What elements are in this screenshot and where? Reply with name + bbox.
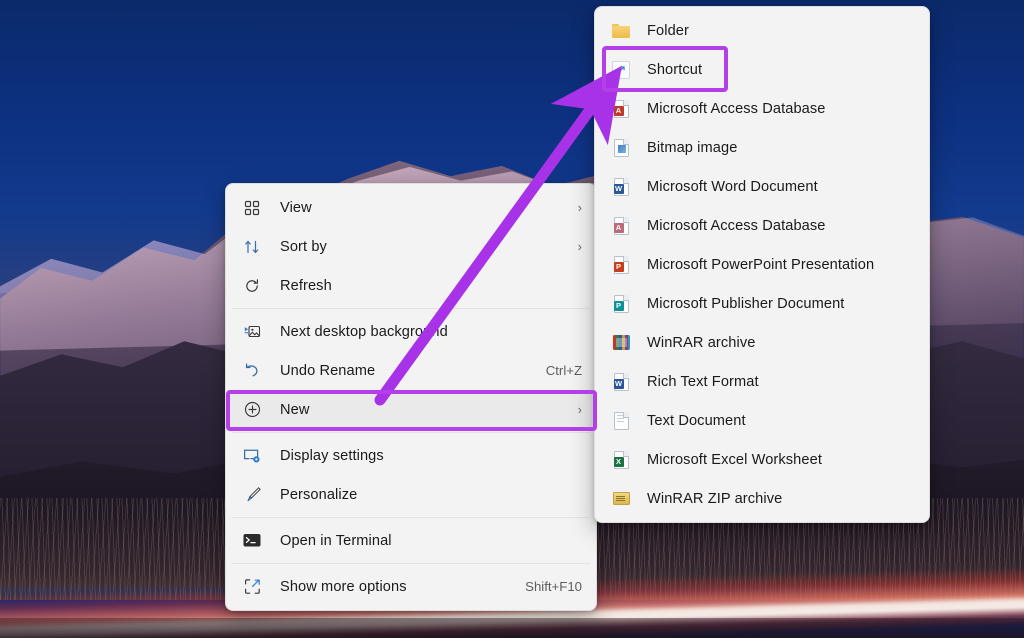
submenu-item-winrar-zip-archive[interactable]: WinRAR ZIP archive	[599, 479, 925, 518]
access-database-icon: A	[611, 99, 631, 119]
menu-item-label: Refresh	[280, 277, 332, 294]
submenu-item-label: WinRAR ZIP archive	[647, 490, 783, 507]
menu-item-label: Display settings	[280, 447, 384, 464]
menu-item-open-in-terminal[interactable]: Open in Terminal	[230, 521, 592, 560]
bitmap-image-icon	[611, 138, 631, 158]
wallpaper-bottom-shadow	[0, 617, 1024, 638]
folder-icon	[611, 21, 631, 41]
rich-text-icon: W	[611, 372, 631, 392]
menu-item-label: Open in Terminal	[280, 532, 392, 549]
menu-separator	[232, 432, 590, 433]
submenu-item-label: Bitmap image	[647, 139, 738, 156]
sort-icon	[242, 237, 262, 257]
shortcut-icon: ↗	[611, 60, 631, 80]
menu-item-label: Personalize	[280, 486, 358, 503]
winrar-zip-icon	[611, 489, 631, 509]
submenu-item-winrar-archive[interactable]: WinRAR archive	[599, 323, 925, 362]
menu-item-label: Show more options	[280, 578, 407, 595]
submenu-item-label: Microsoft Excel Worksheet	[647, 451, 822, 468]
next-background-icon	[242, 322, 262, 342]
submenu-item-label: Microsoft Access Database	[647, 100, 826, 117]
submenu-item-label: Text Document	[647, 412, 746, 429]
menu-item-label: Next desktop background	[280, 323, 448, 340]
show-more-icon	[242, 577, 262, 597]
menu-separator	[232, 517, 590, 518]
undo-icon	[242, 361, 262, 381]
new-submenu[interactable]: Folder ↗ Shortcut A Microsoft Access Dat…	[594, 6, 930, 523]
menu-item-display-settings[interactable]: Display settings	[230, 436, 592, 475]
submenu-item-label: Folder	[647, 22, 689, 39]
submenu-item-label: WinRAR archive	[647, 334, 756, 351]
display-icon	[242, 446, 262, 466]
submenu-item-folder[interactable]: Folder	[599, 11, 925, 50]
word-document-icon: W	[611, 177, 631, 197]
submenu-item-rich-text-format[interactable]: W Rich Text Format	[599, 362, 925, 401]
submenu-item-label: Microsoft Access Database	[647, 217, 826, 234]
menu-item-undo-rename[interactable]: Undo Rename Ctrl+Z	[230, 351, 592, 390]
excel-worksheet-icon: X	[611, 450, 631, 470]
chevron-right-icon: ›	[577, 200, 582, 215]
menu-item-new[interactable]: New ›	[230, 390, 592, 429]
menu-item-show-more-options[interactable]: Show more options Shift+F10	[230, 567, 592, 606]
submenu-item-label: Rich Text Format	[647, 373, 759, 390]
grid-icon	[242, 198, 262, 218]
menu-separator	[232, 563, 590, 564]
refresh-icon	[242, 276, 262, 296]
menu-item-label: Undo Rename	[280, 362, 376, 379]
terminal-icon	[242, 531, 262, 551]
submenu-item-publisher-document[interactable]: P Microsoft Publisher Document	[599, 284, 925, 323]
desktop-screen: View › Sort by › Refresh Next desktop ba…	[0, 0, 1024, 638]
submenu-item-powerpoint-presentation[interactable]: P Microsoft PowerPoint Presentation	[599, 245, 925, 284]
submenu-item-label: Microsoft PowerPoint Presentation	[647, 256, 875, 273]
submenu-item-label: Shortcut	[647, 61, 703, 78]
submenu-item-bitmap-image[interactable]: Bitmap image	[599, 128, 925, 167]
plus-circle-icon	[242, 400, 262, 420]
menu-item-label: New	[280, 401, 310, 418]
submenu-item-word-document[interactable]: W Microsoft Word Document	[599, 167, 925, 206]
menu-item-view[interactable]: View ›	[230, 188, 592, 227]
powerpoint-icon: P	[611, 255, 631, 275]
winrar-archive-icon	[611, 333, 631, 353]
menu-item-sort-by[interactable]: Sort by ›	[230, 227, 592, 266]
menu-item-accelerator: Shift+F10	[525, 579, 582, 594]
access-database-alt-icon: A	[611, 216, 631, 236]
text-document-icon	[611, 411, 631, 431]
submenu-item-access-database[interactable]: A Microsoft Access Database	[599, 89, 925, 128]
submenu-item-access-database-alt[interactable]: A Microsoft Access Database	[599, 206, 925, 245]
menu-item-next-desktop-background[interactable]: Next desktop background	[230, 312, 592, 351]
submenu-item-excel-worksheet[interactable]: X Microsoft Excel Worksheet	[599, 440, 925, 479]
menu-item-refresh[interactable]: Refresh	[230, 266, 592, 305]
submenu-item-shortcut[interactable]: ↗ Shortcut	[599, 50, 925, 89]
menu-item-accelerator: Ctrl+Z	[545, 363, 582, 378]
submenu-item-label: Microsoft Word Document	[647, 178, 818, 195]
desktop-context-menu[interactable]: View › Sort by › Refresh Next desktop ba…	[225, 183, 597, 611]
menu-item-label: View	[280, 199, 312, 216]
menu-separator	[232, 308, 590, 309]
submenu-item-text-document[interactable]: Text Document	[599, 401, 925, 440]
chevron-right-icon: ›	[577, 239, 582, 254]
menu-item-label: Sort by	[280, 238, 327, 255]
menu-item-personalize[interactable]: Personalize	[230, 475, 592, 514]
chevron-right-icon: ›	[577, 402, 582, 417]
submenu-item-label: Microsoft Publisher Document	[647, 295, 845, 312]
publisher-icon: P	[611, 294, 631, 314]
paintbrush-icon	[242, 485, 262, 505]
